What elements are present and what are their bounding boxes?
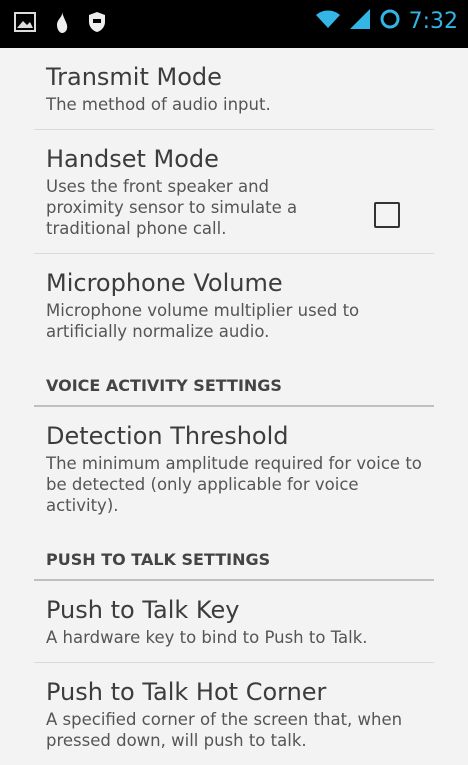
pref-title: Push to Talk Hot Corner [46,678,327,706]
settings-list: Transmit Mode The method of audio input.… [0,48,468,765]
category-push-to-talk: PUSH TO TALK SETTINGS [34,530,434,581]
status-time: 7:32 [408,8,458,34]
wifi-icon [315,8,341,34]
pref-summary: A hardware key to bind to Push to Talk. [46,628,368,647]
pref-push-to-talk-key[interactable]: Push to Talk Key A hardware key to bind … [34,581,434,663]
pref-summary: A specified corner of the screen that, w… [46,710,403,750]
pref-title: Microphone Volume [46,269,283,297]
pref-title: Handset Mode [46,145,219,173]
pref-summary: The minimum amplitude required for voice… [46,454,422,515]
pref-title: Push to Talk Key [46,596,240,624]
pref-summary: Uses the front speaker and proximity sen… [46,177,298,238]
handset-mode-checkbox[interactable] [374,202,400,228]
signal-icon [349,8,371,34]
shield-icon [88,11,106,37]
pref-title: Detection Threshold [46,422,289,450]
picture-icon [14,12,36,36]
category-voice-activity: VOICE ACTIVITY SETTINGS [34,356,434,407]
pref-push-to-talk-hot-corner[interactable]: Push to Talk Hot Corner A specified corn… [34,663,434,765]
pref-microphone-volume[interactable]: Microphone Volume Microphone volume mult… [34,254,434,356]
flame-icon [54,10,70,38]
pref-summary: The method of audio input. [46,95,271,114]
battery-icon [379,8,401,34]
pref-detection-threshold[interactable]: Detection Threshold The minimum amplitud… [34,407,434,530]
pref-transmit-mode[interactable]: Transmit Mode The method of audio input. [34,48,434,130]
status-bar: 7:32 [0,0,468,48]
pref-handset-mode[interactable]: Handset Mode Uses the front speaker and … [34,130,434,254]
pref-summary: Microphone volume multiplier used to art… [46,301,360,341]
pref-title: Transmit Mode [46,63,222,91]
